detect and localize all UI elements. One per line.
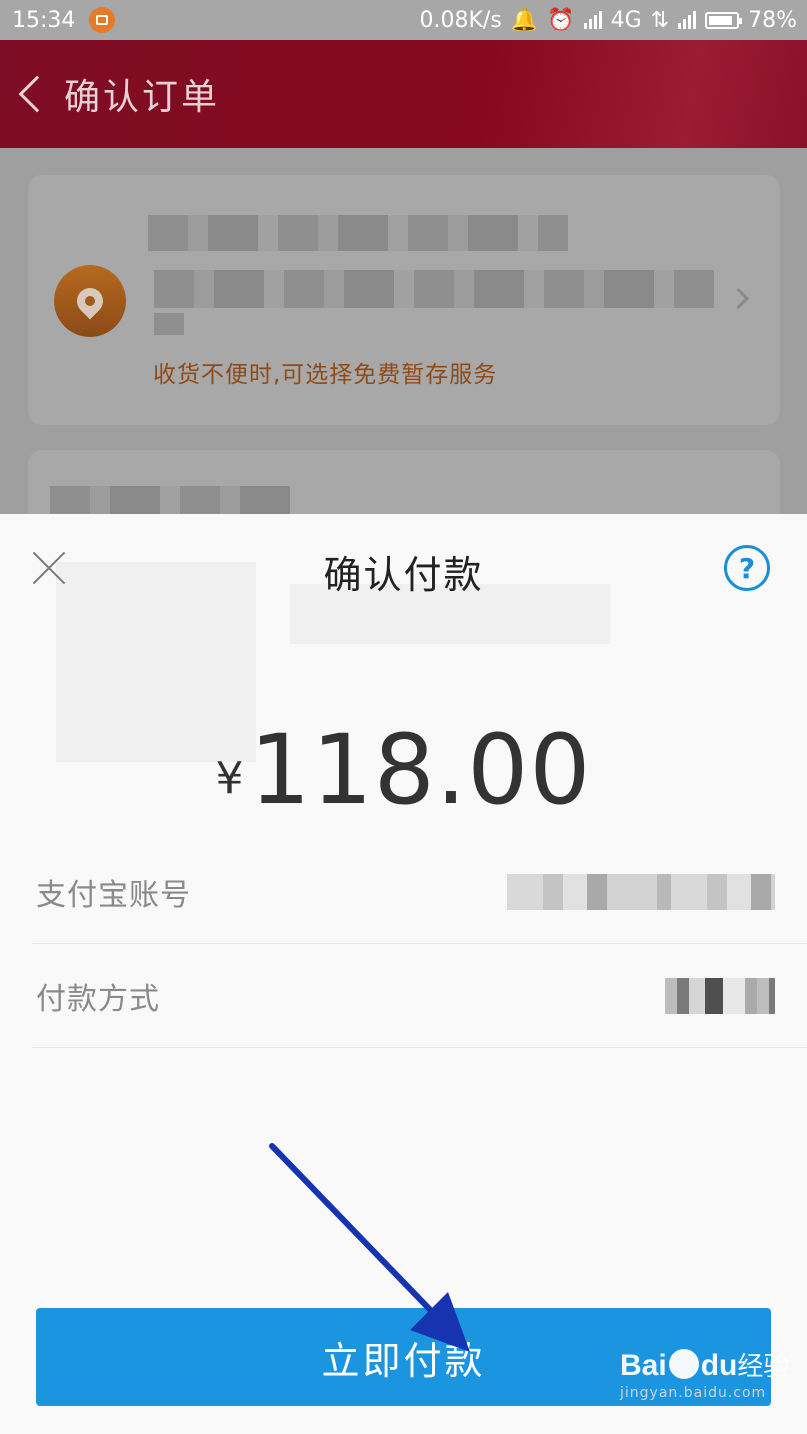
payment-sheet: 确认付款 ? ¥118.00 支付宝账号 付款方式 立即付款 [0, 514, 807, 1434]
sheet-title: 确认付款 [323, 553, 484, 597]
payment-method-label: 付款方式 [36, 981, 160, 1017]
currency-symbol: ¥ [215, 753, 244, 804]
chevron-right-icon [727, 287, 750, 310]
battery-icon [705, 11, 743, 29]
app-header: 确认订单 [0, 40, 807, 148]
redacted-account [507, 873, 775, 910]
baidu-watermark: Bai du经验 jingyan.baidu.com [620, 1346, 789, 1401]
status-time: 15:34 [12, 7, 76, 33]
baidu-paw-icon [668, 1349, 699, 1379]
watermark-brand-left: Bai [620, 1349, 667, 1382]
address-hint: 收货不便时,可选择免费暂存服务 [153, 362, 498, 388]
network-speed: 0.08K/s [419, 7, 502, 33]
location-pin-icon [54, 265, 126, 337]
question-circle-icon[interactable]: ? [724, 545, 770, 591]
redacted-payment-method [665, 977, 775, 1014]
status-right: 0.08K/s 🔔 ⏰ 4G ⇅ 78% [420, 8, 798, 33]
payment-method-row[interactable]: 付款方式 [32, 944, 807, 1048]
redacted-recipient [148, 215, 568, 251]
alarm-icon: ⏰ [547, 7, 575, 33]
alipay-account-label: 支付宝账号 [36, 877, 191, 913]
redacted-address-2 [154, 313, 184, 335]
redacted-address [154, 270, 714, 308]
status-bar: 15:34 0.08K/s 🔔 ⏰ 4G ⇅ 78% [0, 0, 807, 40]
watermark-suffix: 经验 [737, 1352, 790, 1382]
signal-icon-2 [678, 11, 697, 29]
address-card[interactable]: 收货不便时,可选择免费暂存服务 [28, 175, 780, 425]
network-type: 4G [610, 7, 642, 33]
battery-level: 78% [748, 7, 797, 33]
payment-amount: ¥118.00 [0, 714, 807, 826]
amount-value: 118.00 [249, 714, 592, 826]
data-arrows-icon: ⇅ [650, 7, 670, 33]
app-badge-icon [89, 7, 116, 33]
watermark-brand-right: du [700, 1349, 738, 1382]
redacted-shop-name [50, 486, 290, 516]
alipay-account-row: 支付宝账号 [32, 840, 807, 944]
chevron-left-icon[interactable] [18, 75, 56, 113]
screen: 15:34 0.08K/s 🔔 ⏰ 4G ⇅ 78% 确认订单 收货不便时,可选… [0, 0, 807, 1434]
page-title: 确认订单 [64, 77, 221, 118]
bell-icon: 🔔 [510, 7, 539, 33]
watermark-url: jingyan.baidu.com [620, 1385, 767, 1401]
signal-icon [583, 11, 602, 29]
